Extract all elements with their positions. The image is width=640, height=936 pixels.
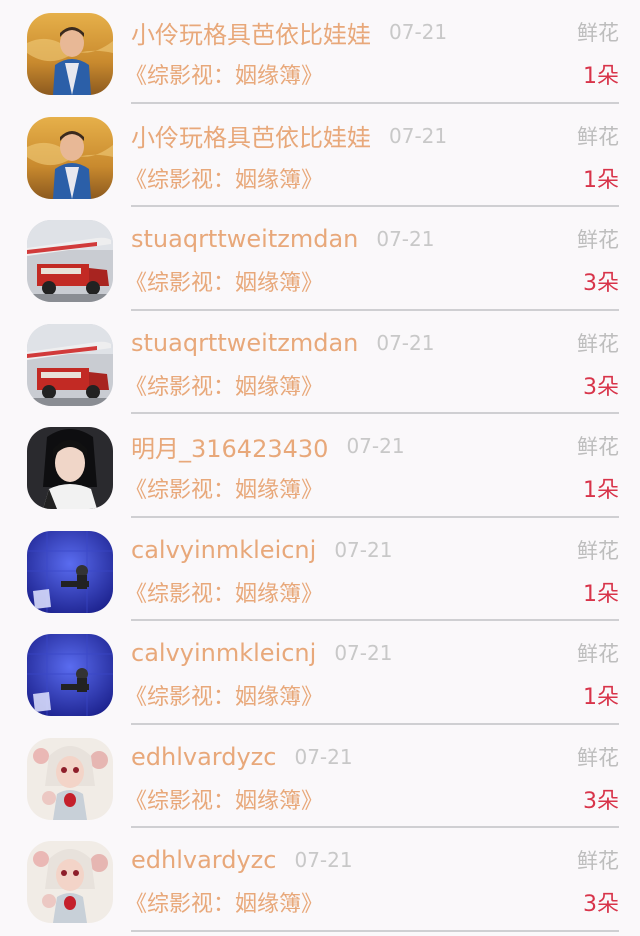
gift-count: 3朵 <box>583 892 619 917</box>
gift-type: 鲜花 <box>577 849 619 873</box>
username[interactable]: edhlvardyzc <box>131 743 276 771</box>
book-title[interactable]: 《综影视：姻缘簿》 <box>125 679 323 711</box>
row-detail-line: 《综影视：姻缘簿》 1朵 <box>125 678 619 712</box>
gift-count: 3朵 <box>583 374 619 400</box>
book-title[interactable]: 《综影视：姻缘簿》 <box>125 783 323 815</box>
book-title[interactable]: 《综影视：姻缘簿》 <box>125 162 323 194</box>
user-avatar[interactable] <box>27 634 113 716</box>
user-avatar[interactable] <box>27 323 113 406</box>
gift-date: 07-21 <box>294 848 353 872</box>
gift-record-list: 小伶玩格具芭依比娃娃 07-21 鲜花 《综影视：姻缘簿》 1朵 小伶玩格具芭依比娃娃 0… <box>0 0 640 936</box>
gift-date: 07-21 <box>376 227 435 251</box>
row-header-line: edhlvardyzc 07-21 鲜花 <box>131 843 619 877</box>
username[interactable]: stuaqrttweitzmdan <box>131 329 358 357</box>
user-avatar[interactable] <box>27 116 113 199</box>
gift-record-row[interactable]: edhlvardyzc 07-21 鲜花《综影视：姻缘簿》 3朵 <box>0 828 640 932</box>
gift-type: 鲜花 <box>577 124 619 149</box>
gift-count: 3朵 <box>583 271 619 296</box>
user-avatar[interactable] <box>27 13 113 95</box>
username[interactable]: calvyinmkleicnj <box>131 536 316 564</box>
gift-type: 鲜花 <box>577 228 619 252</box>
row-header-line: calvyinmkleicnj 07-21 鲜花 <box>131 533 619 567</box>
row-header-line: 小伶玩格具芭依比娃娃 07-21 鲜花 <box>131 119 619 153</box>
row-content: 明月_316423430 07-21 鲜花《综影视：姻缘簿》 1朵 <box>125 414 619 518</box>
row-detail-line: 《综影视：姻缘簿》 1朵 <box>125 471 619 505</box>
gift-type: 鲜花 <box>577 21 619 45</box>
gift-count: 1朵 <box>583 167 619 193</box>
gift-count: 1朵 <box>583 581 619 607</box>
gift-record-row[interactable]: calvyinmkleicnj 07-21 鲜花《综影视：姻缘簿》 1朵 <box>0 518 640 621</box>
gift-record-row[interactable]: 明月_316423430 07-21 鲜花《综影视：姻缘簿》 1朵 <box>0 414 640 518</box>
user-avatar[interactable] <box>27 841 113 923</box>
row-header-line: 小伶玩格具芭依比娃娃 07-21 鲜花 <box>131 15 619 49</box>
gift-record-row[interactable]: calvyinmkleicnj 07-21 鲜花《综影视：姻缘簿》 1朵 <box>0 621 640 725</box>
book-title[interactable]: 《综影视：姻缘簿》 <box>125 576 323 608</box>
book-title[interactable]: 《综影视：姻缘簿》 <box>125 886 323 918</box>
username[interactable]: 明月_316423430 <box>131 429 328 464</box>
row-content: edhlvardyzc 07-21 鲜花《综影视：姻缘簿》 3朵 <box>125 725 619 828</box>
gift-type: 鲜花 <box>577 745 619 770</box>
user-avatar[interactable] <box>27 530 113 613</box>
user-avatar[interactable] <box>27 427 113 509</box>
gift-record-row[interactable]: stuaqrttweitzmdan 07-21 鲜花《综影视：姻缘簿》 3朵 <box>0 311 640 414</box>
row-header-line: stuaqrttweitzmdan 07-21 鲜花 <box>131 222 619 256</box>
row-content: 小伶玩格具芭依比娃娃 07-21 鲜花《综影视：姻缘簿》 1朵 <box>125 0 619 104</box>
gift-date: 07-21 <box>389 123 448 148</box>
gift-date: 07-21 <box>334 641 393 665</box>
gift-record-row[interactable]: 小伶玩格具芭依比娃娃 07-21 鲜花《综影视：姻缘簿》 1朵 <box>0 104 640 207</box>
row-detail-line: 《综影视：姻缘簿》 3朵 <box>125 782 619 816</box>
gift-type: 鲜花 <box>577 331 619 356</box>
row-content: edhlvardyzc 07-21 鲜花《综影视：姻缘簿》 3朵 <box>125 828 619 932</box>
row-detail-line: 《综影视：姻缘簿》 3朵 <box>125 264 619 298</box>
row-detail-line: 《综影视：姻缘簿》 1朵 <box>125 575 619 609</box>
row-content: stuaqrttweitzmdan 07-21 鲜花《综影视：姻缘簿》 3朵 <box>125 311 619 414</box>
gift-record-row[interactable]: stuaqrttweitzmdan 07-21 鲜花《综影视：姻缘簿》 3朵 <box>0 207 640 311</box>
row-detail-line: 《综影视：姻缘簿》 1朵 <box>125 57 619 91</box>
gift-date: 07-21 <box>389 20 448 44</box>
gift-type: 鲜花 <box>577 642 619 666</box>
row-detail-line: 《综影视：姻缘簿》 3朵 <box>125 885 619 919</box>
gift-type: 鲜花 <box>577 435 619 459</box>
gift-count: 1朵 <box>583 64 619 89</box>
gift-count: 1朵 <box>583 478 619 503</box>
gift-record-row[interactable]: edhlvardyzc 07-21 鲜花《综影视：姻缘簿》 3朵 <box>0 725 640 828</box>
username[interactable]: 小伶玩格具芭依比娃娃 <box>131 15 371 50</box>
row-header-line: calvyinmkleicnj 07-21 鲜花 <box>131 636 619 670</box>
gift-date: 07-21 <box>294 744 353 769</box>
book-title[interactable]: 《综影视：姻缘簿》 <box>125 472 323 504</box>
book-title[interactable]: 《综影视：姻缘簿》 <box>125 369 323 401</box>
row-content: calvyinmkleicnj 07-21 鲜花《综影视：姻缘簿》 1朵 <box>125 621 619 725</box>
row-detail-line: 《综影视：姻缘簿》 3朵 <box>125 368 619 402</box>
row-header-line: stuaqrttweitzmdan 07-21 鲜花 <box>131 326 619 360</box>
gift-date: 07-21 <box>334 537 393 562</box>
username[interactable]: stuaqrttweitzmdan <box>131 225 358 253</box>
row-content: calvyinmkleicnj 07-21 鲜花《综影视：姻缘簿》 1朵 <box>125 518 619 621</box>
row-content: stuaqrttweitzmdan 07-21 鲜花《综影视：姻缘簿》 3朵 <box>125 207 619 311</box>
row-content: 小伶玩格具芭依比娃娃 07-21 鲜花《综影视：姻缘簿》 1朵 <box>125 104 619 207</box>
username[interactable]: 小伶玩格具芭依比娃娃 <box>131 118 371 153</box>
gift-record-row[interactable]: 小伶玩格具芭依比娃娃 07-21 鲜花《综影视：姻缘簿》 1朵 <box>0 0 640 104</box>
row-detail-line: 《综影视：姻缘簿》 1朵 <box>125 161 619 195</box>
row-header-line: edhlvardyzc 07-21 鲜花 <box>131 740 619 774</box>
user-avatar[interactable] <box>27 737 113 820</box>
book-title[interactable]: 《综影视：姻缘簿》 <box>125 265 323 297</box>
user-avatar[interactable] <box>27 220 113 302</box>
gift-count: 3朵 <box>583 788 619 814</box>
book-title[interactable]: 《综影视：姻缘簿》 <box>125 58 323 90</box>
gift-date: 07-21 <box>376 330 435 355</box>
gift-type: 鲜花 <box>577 538 619 563</box>
row-header-line: 明月_316423430 07-21 鲜花 <box>131 429 619 463</box>
username[interactable]: edhlvardyzc <box>131 846 276 874</box>
username[interactable]: calvyinmkleicnj <box>131 639 316 667</box>
gift-date: 07-21 <box>346 434 405 458</box>
gift-count: 1朵 <box>583 685 619 710</box>
